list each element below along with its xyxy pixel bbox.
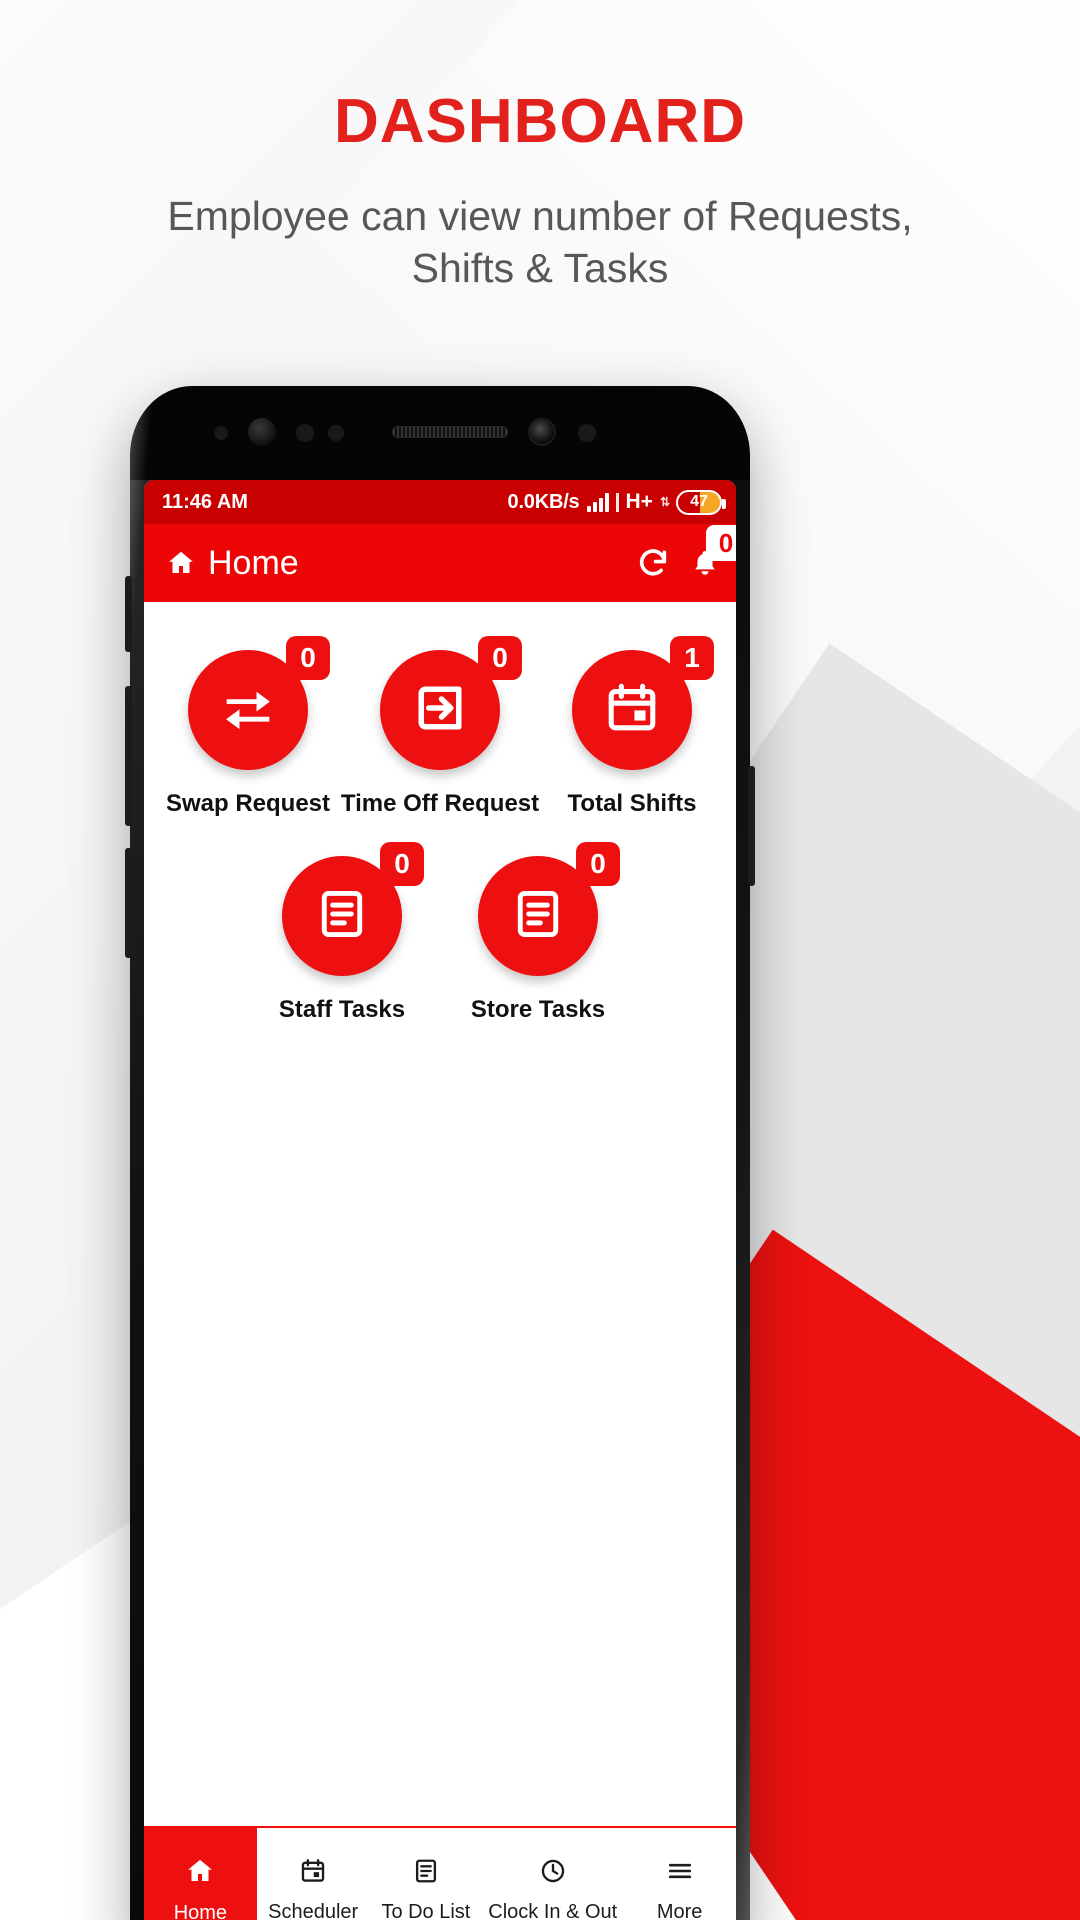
phone-top-bezel xyxy=(130,386,750,480)
tile-label: Store Tasks xyxy=(470,996,606,1023)
phone-screen: 11:46 AM 0.0KB/s H+ ⇅ 47 Home 0 0 Swap R… xyxy=(144,480,736,1920)
battery-icon: 47 xyxy=(676,489,726,515)
dashboard-tile-row-2: 0 Staff Tasks 0 Store Tasks xyxy=(144,842,736,1024)
signal-bars-icon xyxy=(586,492,609,512)
phone-button-power xyxy=(748,766,755,886)
front-camera-icon xyxy=(528,418,556,446)
nav-label: Clock In & Out xyxy=(488,1900,618,1920)
nav-item-clock-in-out[interactable]: Clock In & Out xyxy=(482,1828,623,1920)
page-title: DASHBOARD xyxy=(334,87,746,156)
proximity-sensor-icon xyxy=(214,426,228,440)
notification-bell[interactable]: 0 xyxy=(690,525,736,579)
tile-badge: 0 xyxy=(576,842,620,886)
calendar-icon xyxy=(299,1857,327,1891)
earpiece-speaker xyxy=(392,426,508,438)
tile-badge: 0 xyxy=(380,842,424,886)
clock-icon xyxy=(539,1857,567,1891)
status-bar: 11:46 AM 0.0KB/s H+ ⇅ 47 xyxy=(144,480,736,524)
phone-button-bixby xyxy=(125,576,132,652)
bottom-navigation-bar: Home Scheduler To Do List Clock In & Out… xyxy=(144,1826,736,1920)
tile-icon-wrap: 0 xyxy=(188,636,330,770)
exit-arrow-icon xyxy=(410,678,470,743)
app-bar-left: Home xyxy=(166,544,299,583)
iris-scanner-icon xyxy=(248,418,276,446)
phone-button-volume-down xyxy=(125,848,132,958)
led-indicator-icon xyxy=(578,424,596,442)
nav-label: More xyxy=(656,1900,703,1920)
document-lines-icon xyxy=(314,886,370,947)
tile-label: Staff Tasks xyxy=(278,996,406,1023)
nav-item-to-do-list[interactable]: To Do List xyxy=(370,1828,483,1920)
status-bar-indicators: 0.0KB/s H+ ⇅ 47 xyxy=(507,489,726,515)
tile-store-tasks[interactable]: 0 Store Tasks xyxy=(452,842,624,1024)
notification-count-badge: 0 xyxy=(706,525,736,561)
tile-time-off-request[interactable]: 0 Time Off Request xyxy=(341,636,539,818)
tile-label: Total Shifts xyxy=(567,790,697,817)
tile-icon-wrap: 0 xyxy=(380,636,522,770)
nav-item-scheduler[interactable]: Scheduler xyxy=(257,1828,370,1920)
sim-divider xyxy=(615,492,619,512)
nav-item-home[interactable]: Home xyxy=(144,1828,257,1920)
page-subtitle: Employee can view number of Requests, Sh… xyxy=(167,193,913,291)
light-sensor-icon xyxy=(296,424,314,442)
tile-icon-wrap: 0 xyxy=(478,842,620,976)
phone-button-volume xyxy=(125,686,132,826)
network-type-text: H+ xyxy=(625,490,653,513)
refresh-icon[interactable] xyxy=(636,546,670,580)
dashboard-content: 0 Swap Request 0 Time Off Request 1 Tota… xyxy=(144,602,736,1920)
nav-item-more[interactable]: More xyxy=(623,1828,736,1920)
app-bar-title: Home xyxy=(208,543,299,582)
home-icon xyxy=(166,548,196,578)
tile-icon-wrap: 0 xyxy=(282,842,424,976)
ambient-sensor-icon xyxy=(328,425,344,441)
nav-label: Home xyxy=(173,1901,228,1920)
phone-body: 11:46 AM 0.0KB/s H+ ⇅ 47 Home 0 0 Swap R… xyxy=(130,386,750,1920)
phone-mockup: 11:46 AM 0.0KB/s H+ ⇅ 47 Home 0 0 Swap R… xyxy=(125,386,755,1920)
network-speed-text: 0.0KB/s xyxy=(507,490,580,513)
app-bar-actions: 0 xyxy=(636,525,736,580)
nav-label: Scheduler xyxy=(268,1900,359,1920)
tile-swap-request[interactable]: 0 Swap Request xyxy=(162,636,334,818)
hamburger-menu-icon xyxy=(665,1857,695,1891)
data-transfer-arrows-icon: ⇅ xyxy=(659,495,670,509)
tile-badge: 0 xyxy=(478,636,522,680)
promo-headline-block: DASHBOARD Employee can view number of Re… xyxy=(0,86,1080,294)
swap-arrows-icon xyxy=(216,676,280,745)
document-lines-icon xyxy=(510,886,566,947)
tile-label: Swap Request xyxy=(165,790,331,817)
tile-label: Time Off Request xyxy=(340,790,540,817)
tile-badge: 0 xyxy=(286,636,330,680)
list-document-icon xyxy=(412,1857,440,1891)
app-bar: Home 0 xyxy=(144,524,736,602)
tile-badge: 1 xyxy=(670,636,714,680)
tile-staff-tasks[interactable]: 0 Staff Tasks xyxy=(256,842,428,1024)
dashboard-tile-row-1: 0 Swap Request 0 Time Off Request 1 Tota… xyxy=(144,636,736,818)
home-icon xyxy=(185,1856,215,1892)
calendar-icon xyxy=(603,679,661,742)
status-bar-time: 11:46 AM xyxy=(162,490,248,513)
tile-total-shifts[interactable]: 1 Total Shifts xyxy=(546,636,718,818)
nav-label: To Do List xyxy=(381,1900,471,1920)
battery-percent-text: 47 xyxy=(690,493,708,510)
tile-icon-wrap: 1 xyxy=(572,636,714,770)
